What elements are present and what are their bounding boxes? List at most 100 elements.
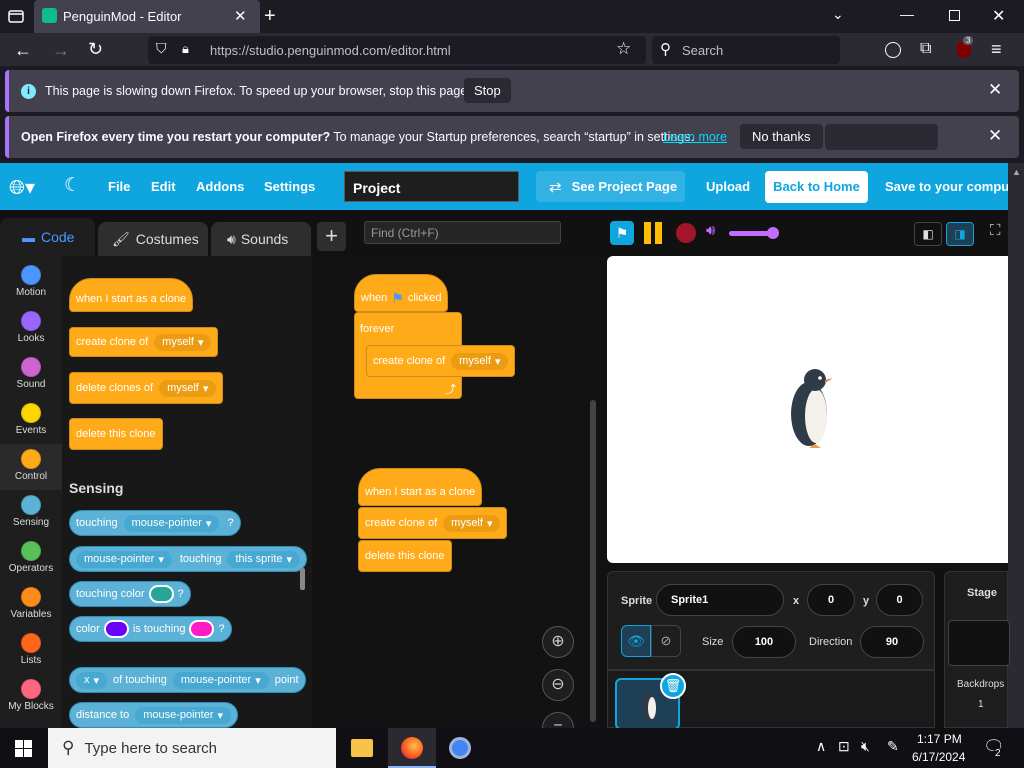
- penguin-sprite[interactable]: [785, 368, 835, 450]
- see-project-page-button[interactable]: ⇄ See Project Page: [536, 171, 685, 202]
- volume-muted-icon[interactable]: 🔇︎: [861, 738, 870, 755]
- file-explorer-icon[interactable]: [351, 739, 373, 757]
- x-input[interactable]: 0: [807, 584, 855, 616]
- block-of-touching-point[interactable]: x ▾ of touching mouse-pointer ▾ point: [69, 667, 306, 693]
- size-input[interactable]: 100: [732, 626, 796, 658]
- block-mouse-pointer-touching[interactable]: mouse-pointer ▾ touching this sprite ▾: [69, 546, 308, 572]
- block-distance-to[interactable]: distance to mouse-pointer ▾: [69, 702, 239, 728]
- target-dropdown[interactable]: mouse-pointer ▾: [172, 671, 269, 689]
- account-icon[interactable]: [885, 42, 901, 58]
- theme-moon-icon[interactable]: ☾: [64, 174, 81, 197]
- category-events[interactable]: Events: [0, 398, 62, 444]
- object-dropdown[interactable]: mouse-pointer ▾: [76, 550, 172, 568]
- save-to-computer-button[interactable]: Save to your computer: [885, 179, 1008, 194]
- list-all-tabs-icon[interactable]: ⌄: [832, 6, 844, 23]
- delete-sprite-icon[interactable]: 🗑︎: [660, 673, 686, 699]
- forward-icon[interactable]: →: [52, 40, 70, 61]
- stage-target-panel[interactable]: Stage Backdrops 1: [944, 571, 1010, 728]
- block-when-flag-clicked[interactable]: when ⚑ clicked: [354, 274, 449, 312]
- small-stage-button[interactable]: ◧: [914, 222, 942, 246]
- color-swatch-pink[interactable]: [189, 620, 215, 638]
- network-icon[interactable]: ⊡: [838, 738, 850, 755]
- block-when-start-as-clone-ws[interactable]: when I start as a clone: [358, 468, 483, 506]
- stop-button[interactable]: Stop: [464, 78, 511, 103]
- clone-target-dropdown[interactable]: myself ▾: [451, 352, 509, 370]
- project-title-input[interactable]: Project: [344, 171, 519, 202]
- find-input[interactable]: Find (Ctrl+F): [364, 221, 561, 244]
- zoom-out-icon[interactable]: ⊖: [542, 669, 574, 701]
- lock-icon[interactable]: 🔒︎: [182, 41, 189, 57]
- show-hidden-icons-icon[interactable]: ∧: [816, 738, 826, 755]
- y-input[interactable]: 0: [876, 584, 923, 616]
- windows-start-icon[interactable]: [15, 740, 32, 757]
- menu-icon[interactable]: ≡: [991, 39, 1002, 60]
- language-globe-icon[interactable]: 🌐︎▾: [9, 175, 35, 200]
- tab-list-icon[interactable]: [6, 7, 26, 27]
- no-thanks-button[interactable]: No thanks: [740, 124, 823, 149]
- show-sprite-button[interactable]: 👁︎: [621, 625, 651, 657]
- volume-slider[interactable]: [729, 227, 779, 239]
- menu-edit[interactable]: Edit: [151, 179, 176, 194]
- close-window-icon[interactable]: ✕: [992, 6, 1005, 26]
- distance-dropdown[interactable]: mouse-pointer ▾: [135, 706, 232, 724]
- page-scrollbar[interactable]: ▲: [1008, 163, 1024, 728]
- green-flag-button[interactable]: ⚑: [610, 221, 634, 245]
- volume-icon[interactable]: 🔊︎: [706, 222, 715, 239]
- palette-scrollbar[interactable]: [300, 568, 305, 590]
- new-tab-icon[interactable]: +: [264, 5, 276, 28]
- block-delete-clones-of[interactable]: delete clones of myself ▾: [69, 372, 224, 404]
- tracking-shield-icon[interactable]: ⛉: [156, 40, 167, 57]
- block-touching-color[interactable]: touching color ?: [69, 581, 191, 607]
- category-sensing[interactable]: Sensing: [0, 490, 62, 536]
- category-variables[interactable]: Variables: [0, 582, 62, 628]
- taskbar-search-box[interactable]: ⚲ Type here to search: [48, 728, 336, 768]
- menu-addons[interactable]: Addons: [196, 179, 244, 194]
- stage-canvas[interactable]: [607, 256, 1008, 563]
- workspace-scrollbar[interactable]: [590, 400, 596, 722]
- touching-dropdown[interactable]: mouse-pointer ▾: [123, 514, 220, 532]
- block-delete-this-clone-ws[interactable]: delete this clone: [358, 540, 452, 572]
- block-touching[interactable]: touching mouse-pointer ▾ ?: [69, 510, 241, 536]
- notification-close-icon[interactable]: ✕: [988, 80, 1002, 100]
- notification-close-icon-2[interactable]: ✕: [988, 126, 1002, 146]
- category-operators[interactable]: Operators: [0, 536, 62, 582]
- sprite-name-input[interactable]: Sprite1: [656, 584, 784, 616]
- block-create-clone[interactable]: create clone of myself ▾: [69, 327, 219, 357]
- clone-target-dropdown[interactable]: myself ▾: [443, 514, 501, 532]
- block-palette[interactable]: when I start as a clone create clone of …: [62, 256, 312, 728]
- learn-more-link[interactable]: Learn more: [663, 130, 727, 144]
- volume-slider-knob[interactable]: [767, 227, 779, 239]
- delete-target-dropdown[interactable]: myself ▾: [159, 379, 217, 397]
- tab-sounds[interactable]: 🔊︎ Sounds: [211, 222, 311, 256]
- block-when-start-as-clone[interactable]: when I start as a clone: [69, 278, 194, 312]
- category-control[interactable]: Control: [0, 444, 62, 490]
- axis-dropdown[interactable]: x ▾: [76, 671, 108, 689]
- category-looks[interactable]: Looks: [0, 306, 62, 352]
- back-icon[interactable]: ←: [14, 40, 32, 61]
- sprite-dropdown[interactable]: this sprite ▾: [227, 550, 301, 568]
- url-bar[interactable]: ⛉ 🔒︎ https://studio.penguinmod.com/edito…: [148, 36, 646, 64]
- zoom-in-icon[interactable]: ⊕: [542, 626, 574, 658]
- menu-file[interactable]: File: [108, 179, 130, 194]
- category-motion[interactable]: Motion: [0, 260, 62, 306]
- pen-icon[interactable]: ✎: [887, 738, 899, 755]
- block-delete-this-clone[interactable]: delete this clone: [69, 418, 163, 450]
- firefox-taskbar-icon[interactable]: [388, 728, 436, 768]
- block-color-is-touching[interactable]: color is touching ?: [69, 616, 232, 642]
- secondary-button[interactable]: [825, 124, 938, 150]
- clone-target-dropdown[interactable]: myself ▾: [154, 333, 212, 351]
- tab-costumes[interactable]: 🖌︎ Costumes: [98, 222, 208, 256]
- upload-button[interactable]: Upload: [706, 179, 750, 194]
- bookmark-star-icon[interactable]: ☆: [616, 39, 631, 59]
- add-extension-button[interactable]: +: [317, 222, 346, 251]
- browser-tab-active[interactable]: PenguinMod - Editor ✕: [34, 0, 260, 33]
- restore-window-icon[interactable]: [949, 10, 960, 21]
- extensions-icon[interactable]: ⧉: [920, 40, 931, 58]
- category-lists[interactable]: Lists: [0, 628, 62, 674]
- fullscreen-icon[interactable]: ⛶: [990, 222, 1001, 239]
- search-bar[interactable]: ⚲ Search: [652, 36, 840, 64]
- color-swatch-teal[interactable]: [148, 585, 174, 603]
- stop-button-red[interactable]: [676, 223, 696, 243]
- code-workspace[interactable]: when ⚑ clicked forever ⤴ create clone of…: [312, 256, 598, 744]
- block-create-clone-in-loop[interactable]: create clone of myself ▾: [366, 345, 516, 377]
